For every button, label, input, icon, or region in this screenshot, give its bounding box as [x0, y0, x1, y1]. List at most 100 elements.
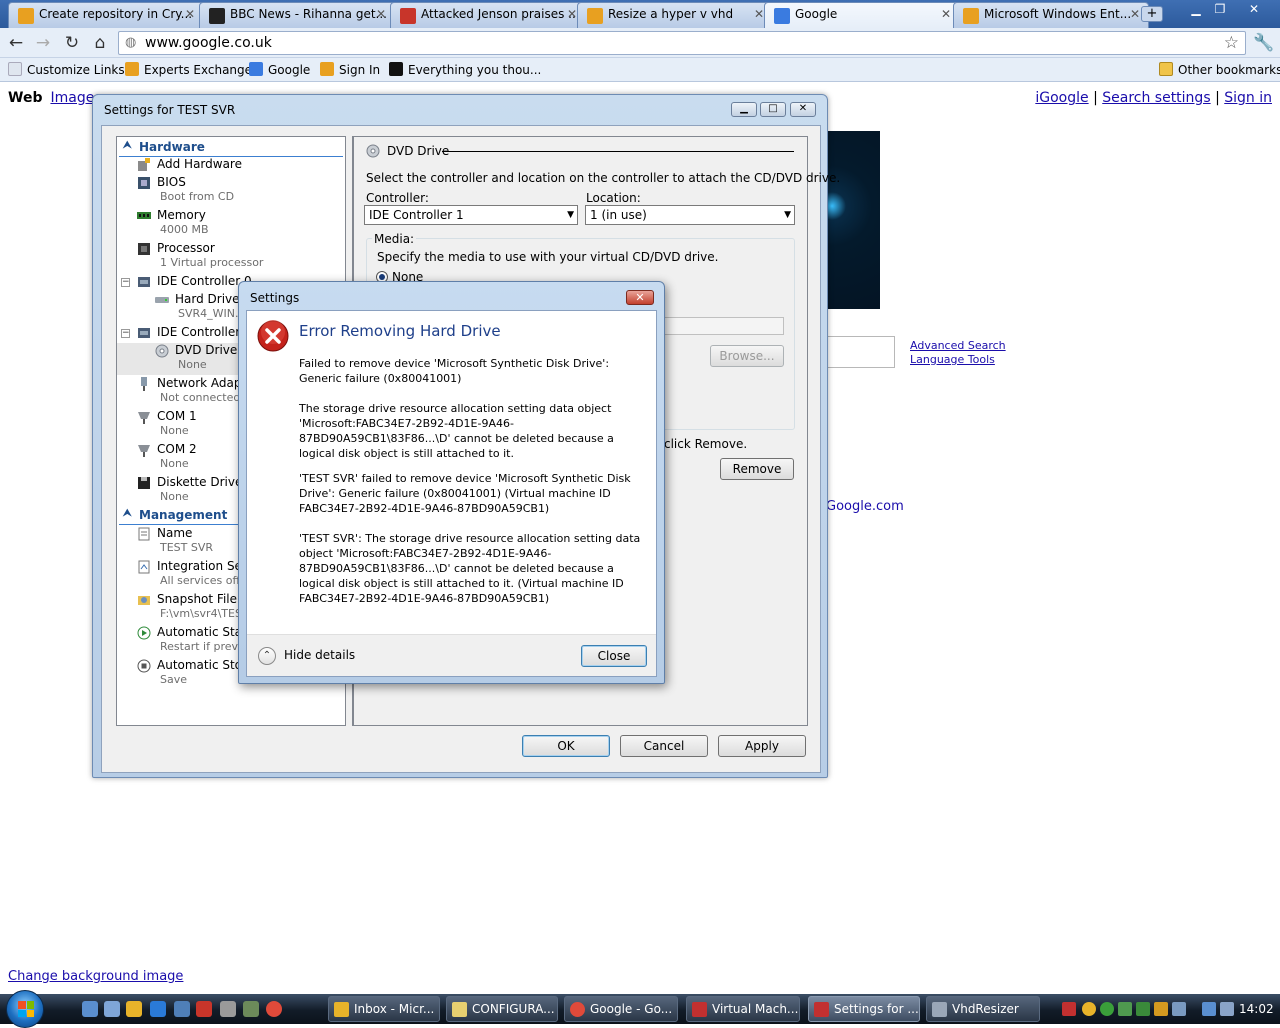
maximize-button[interactable]: □: [760, 102, 786, 117]
error-icon: [257, 320, 289, 352]
show-desktop-icon[interactable]: [82, 1001, 98, 1017]
remove-button[interactable]: Remove: [720, 458, 794, 480]
acrobat-quicklaunch-icon[interactable]: [196, 1001, 212, 1017]
taskbar-clock[interactable]: 14:02: [1239, 1002, 1274, 1016]
start-button[interactable]: [6, 990, 44, 1028]
taskbar-button-configura[interactable]: CONFIGURA...: [446, 996, 558, 1022]
tray-volume-icon[interactable]: [1220, 1002, 1234, 1016]
tab-close-icon[interactable]: ✕: [941, 3, 951, 25]
sign-in-icon: [320, 62, 334, 76]
tray-app-icon[interactable]: [1062, 1002, 1076, 1016]
hardware-header[interactable]: ⮝ Hardware: [119, 140, 343, 157]
hide-details-link[interactable]: Hide details: [284, 648, 355, 662]
dialog-close-icon[interactable]: ✕: [626, 290, 654, 305]
forward-button[interactable]: →: [33, 33, 53, 53]
image-file-path-input[interactable]: [654, 317, 784, 335]
cancel-button[interactable]: Cancel: [620, 735, 708, 757]
taskbar-button-settings[interactable]: Settings for ...: [808, 996, 920, 1022]
location-dropdown[interactable]: 1 (in use) ▼: [585, 205, 795, 225]
collapse-expander-icon[interactable]: −: [121, 329, 130, 338]
tray-java-icon[interactable]: [1154, 1002, 1168, 1016]
tree-item-com2[interactable]: COM 2: [157, 442, 197, 456]
group-divider: [442, 151, 794, 152]
browser-close-button[interactable]: ✕: [1244, 2, 1264, 18]
taskbar-button-vhdresizer[interactable]: VhdResizer: [926, 996, 1040, 1022]
tree-item-processor[interactable]: Processor: [157, 241, 215, 255]
language-tools-link[interactable]: Language Tools: [910, 353, 995, 366]
google-com-link[interactable]: Google.com: [826, 499, 904, 514]
browser-restore-button[interactable]: ❐: [1210, 2, 1230, 18]
bookmark-experts-exchange[interactable]: Experts Exchange: [125, 62, 252, 77]
taskbar-button-label: VhdResizer: [952, 1002, 1019, 1016]
new-tab-button[interactable]: +: [1141, 6, 1163, 22]
tree-item-diskette-drive[interactable]: Diskette Drive: [157, 475, 242, 489]
tray-device-icon[interactable]: [1172, 1002, 1186, 1016]
tree-item-com1[interactable]: COM 1: [157, 409, 197, 423]
address-bar[interactable]: ◍ www.google.co.uk ☆: [118, 31, 1246, 55]
bookmark-star-icon[interactable]: ☆: [1224, 33, 1239, 53]
wrench-menu-icon[interactable]: 🔧: [1253, 33, 1274, 53]
igoogle-link[interactable]: iGoogle: [1035, 90, 1088, 106]
browser-tab[interactable]: Google ✕: [764, 2, 960, 29]
taskbar-button-google[interactable]: Google - Go...: [564, 996, 678, 1022]
diskette-icon: [138, 477, 150, 489]
dialog-close-button[interactable]: Close: [581, 645, 647, 667]
change-background-link[interactable]: Change background image: [8, 969, 183, 984]
tree-item-memory[interactable]: Memory: [157, 208, 206, 222]
tree-item-sub: F:\vm\svr4\TEST: [160, 607, 249, 620]
app-quicklaunch-icon[interactable]: [243, 1001, 259, 1017]
browser-tab[interactable]: Microsoft Windows Ent... ✕: [953, 2, 1149, 28]
chevron-up-icon[interactable]: ⌃: [258, 647, 276, 665]
tray-update-icon[interactable]: [1136, 1002, 1150, 1016]
bookmark-customize-links[interactable]: Customize Links: [8, 62, 125, 77]
bookmark-google[interactable]: Google: [249, 62, 310, 77]
tree-item-bios[interactable]: BIOS: [157, 175, 186, 189]
tray-shield-icon[interactable]: [1118, 1002, 1132, 1016]
other-bookmarks[interactable]: Other bookmarks: [1159, 62, 1280, 77]
outlook-quicklaunch-icon[interactable]: [126, 1001, 142, 1017]
bookmark-everything[interactable]: Everything you thou...: [389, 62, 541, 77]
controller-dropdown[interactable]: IDE Controller 1 ▼: [364, 205, 578, 225]
browser-tab[interactable]: Resize a hyper v vhd ✕: [577, 2, 773, 28]
tree-item-dvd-drive[interactable]: DVD Drive: [175, 343, 237, 357]
tray-network-icon[interactable]: [1202, 1002, 1216, 1016]
tab-close-icon[interactable]: ✕: [376, 3, 386, 25]
collapse-expander-icon[interactable]: −: [121, 278, 130, 287]
advanced-search-link[interactable]: Advanced Search: [910, 339, 1006, 352]
browse-button[interactable]: Browse...: [710, 345, 784, 367]
tree-item-name[interactable]: Name: [157, 526, 192, 540]
tools-quicklaunch-icon[interactable]: [220, 1001, 236, 1017]
tray-sync-icon[interactable]: [1100, 1002, 1114, 1016]
remove-hint: click Remove.: [664, 437, 748, 451]
close-button[interactable]: ✕: [790, 102, 816, 117]
reload-button[interactable]: ↻: [62, 33, 82, 53]
browser-tab[interactable]: Create repository in Cry... ✕: [8, 2, 204, 28]
taskbar-button-virtual-machine[interactable]: Virtual Mach...: [686, 996, 800, 1022]
browser-tab[interactable]: Attacked Jenson praises ... ✕: [390, 2, 586, 28]
ok-button[interactable]: OK: [522, 735, 610, 757]
switch-windows-icon[interactable]: [104, 1001, 120, 1017]
tree-item-sub: None: [160, 424, 189, 437]
taskbar-button-inbox[interactable]: Inbox - Micr...: [328, 996, 440, 1022]
sign-in-link[interactable]: Sign in: [1224, 90, 1272, 106]
network-quicklaunch-icon[interactable]: [174, 1001, 190, 1017]
apply-button[interactable]: Apply: [718, 735, 806, 757]
browser-minimize-button[interactable]: ▁: [1186, 2, 1206, 18]
tab-close-icon[interactable]: ✕: [185, 3, 195, 25]
browser-tab[interactable]: BBC News - Rihanna get... ✕: [199, 2, 395, 28]
back-button[interactable]: ←: [6, 33, 26, 53]
google-icon: [249, 62, 263, 76]
minimize-button[interactable]: ▁: [731, 102, 757, 117]
bookmark-sign-in[interactable]: Sign In: [320, 62, 380, 77]
tray-messenger-icon[interactable]: [1082, 1002, 1096, 1016]
tab-close-icon[interactable]: ✕: [567, 3, 577, 25]
tab-close-icon[interactable]: ✕: [1130, 3, 1140, 25]
home-icon[interactable]: ⌂: [90, 33, 110, 53]
tab-close-icon[interactable]: ✕: [754, 3, 764, 25]
ie-quicklaunch-icon[interactable]: [150, 1001, 166, 1017]
chrome-quicklaunch-icon[interactable]: [266, 1001, 282, 1017]
tree-item-hard-drive[interactable]: Hard Drive: [175, 292, 240, 306]
web-link[interactable]: Web: [8, 90, 42, 106]
search-settings-link[interactable]: Search settings: [1102, 90, 1210, 106]
tree-item-add-hardware[interactable]: Add Hardware: [157, 157, 242, 171]
